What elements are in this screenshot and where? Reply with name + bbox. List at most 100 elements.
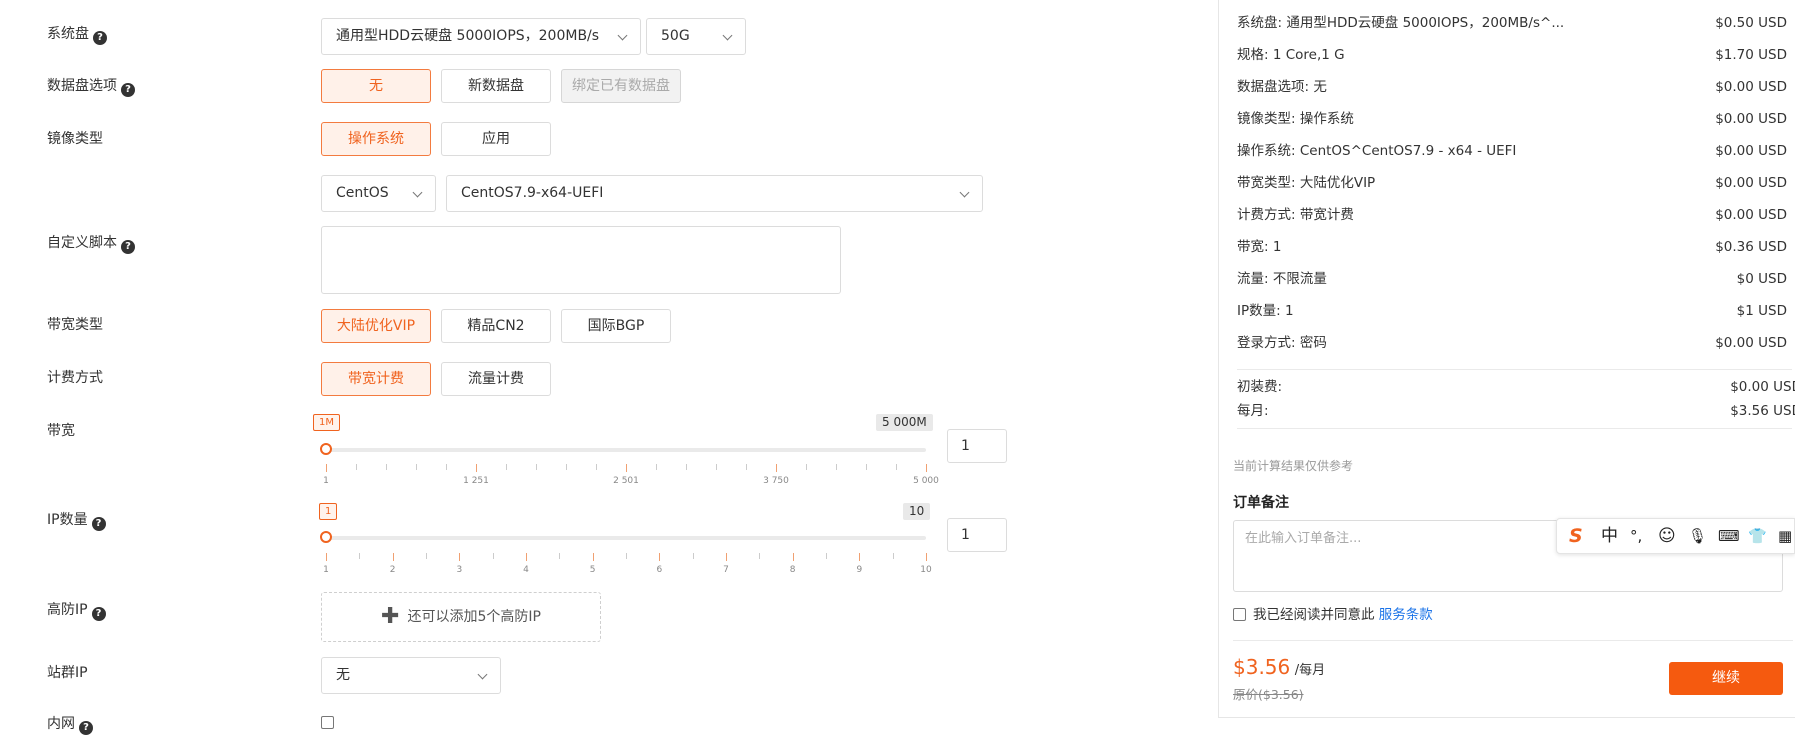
monthly-row: 每月: $3.56 USD bbox=[1237, 403, 1795, 419]
price-block: $3.56 /每月 bbox=[1233, 655, 1325, 679]
ip-count-slider-track[interactable] bbox=[326, 536, 926, 540]
os-family-select[interactable]: CentOS bbox=[321, 175, 436, 212]
help-icon[interactable]: ? bbox=[91, 517, 106, 531]
billing-bandwidth-option[interactable]: 带宽计费 bbox=[321, 362, 431, 396]
ip-count-label: IP数量? bbox=[47, 510, 106, 531]
ip-count-tick bbox=[626, 553, 627, 559]
order-summary-panel: 系统盘: 通用型HDD云硬盘 5000IOPS，200MB/s^... $0.50… bbox=[1218, 0, 1795, 718]
data-disk-bind-existing-option[interactable]: 绑定已有数据盘 bbox=[561, 69, 681, 103]
setup-fee-row: 初装费: $0.00 USD bbox=[1237, 379, 1795, 395]
billing-traffic-option[interactable]: 流量计费 bbox=[441, 362, 551, 396]
help-icon[interactable]: ? bbox=[121, 240, 135, 254]
bandwidth-tick bbox=[506, 464, 507, 470]
summary-item-price: $1 USD bbox=[1736, 303, 1787, 319]
ddos-ip-label: 高防IP? bbox=[47, 600, 106, 621]
summary-item: 数据盘选项: 无 $0.00 USD bbox=[1237, 77, 1787, 97]
ip-count-tick bbox=[559, 553, 561, 559]
emoji-icon[interactable]: ☺ bbox=[1658, 525, 1676, 547]
divider bbox=[1237, 369, 1792, 370]
order-note-title: 订单备注 bbox=[1233, 495, 1289, 511]
ip-count-tick bbox=[692, 553, 694, 559]
bandwidth-tick bbox=[746, 464, 747, 470]
bandwidth-tick bbox=[326, 464, 327, 472]
image-type-app-option[interactable]: 应用 bbox=[441, 122, 551, 156]
ip-count-tick bbox=[459, 553, 461, 561]
terms-link[interactable]: 服务条款 bbox=[1379, 607, 1433, 623]
summary-item: 规格: 1 Core,1 G $1.70 USD bbox=[1237, 45, 1787, 65]
help-icon[interactable]: ? bbox=[79, 721, 93, 735]
continue-button[interactable]: 继续 bbox=[1669, 662, 1783, 695]
data-disk-label: 数据盘选项? bbox=[47, 76, 135, 97]
total-price: $3.56 bbox=[1233, 655, 1291, 679]
ime-toolbar: S 中 °, ☺ 🎙 ⌨ 👕 ▦ bbox=[1556, 518, 1795, 554]
ip-count-tick bbox=[726, 553, 727, 561]
intranet-checkbox[interactable] bbox=[321, 716, 334, 729]
cluster-ip-label: 站群IP bbox=[47, 665, 88, 681]
bandwidth-tick bbox=[566, 464, 567, 470]
microphone-icon[interactable]: 🎙 bbox=[1688, 525, 1707, 547]
original-price: 原价($3.56) bbox=[1233, 687, 1304, 702]
system-disk-size-select[interactable]: 50G bbox=[646, 18, 746, 55]
cluster-ip-select[interactable]: 无 bbox=[321, 657, 501, 694]
agree-text: 我已经阅读并同意此 服务条款 bbox=[1253, 607, 1433, 623]
summary-item-price: $0.00 USD bbox=[1715, 335, 1787, 351]
bandwidth-tick bbox=[926, 464, 927, 472]
ip-count-tick-label: 7 bbox=[723, 565, 729, 575]
bandwidth-tick bbox=[686, 464, 687, 470]
bandwidth-tick bbox=[776, 464, 777, 472]
add-ddos-ip-button[interactable]: ✚ 还可以添加5个高防IP bbox=[321, 592, 601, 642]
bandwidth-type-bgp-option[interactable]: 国际BGP bbox=[561, 309, 671, 343]
bandwidth-slider-handle[interactable] bbox=[320, 443, 332, 455]
summary-item-name: 带宽: 1 bbox=[1237, 239, 1282, 255]
custom-script-textarea[interactable] bbox=[321, 226, 841, 294]
ip-count-tick bbox=[859, 553, 861, 561]
bandwidth-tick bbox=[356, 464, 357, 470]
bandwidth-tick bbox=[656, 464, 657, 470]
summary-item-name: 镜像类型: 操作系统 bbox=[1237, 111, 1354, 127]
custom-script-label: 自定义脚本? bbox=[47, 233, 135, 254]
summary-item: 带宽: 1 $0.36 USD bbox=[1237, 237, 1787, 257]
ip-count-tick bbox=[426, 553, 427, 559]
ip-count-tick-label: 3 bbox=[456, 565, 463, 575]
punctuation-icon[interactable]: °, bbox=[1630, 525, 1642, 547]
ip-count-max-badge: 10 bbox=[903, 503, 931, 520]
bandwidth-tick bbox=[416, 464, 417, 470]
grid-menu-icon[interactable]: ▦ bbox=[1778, 525, 1792, 547]
ip-count-tick bbox=[826, 553, 827, 559]
ip-count-tick-label: 9 bbox=[856, 565, 863, 575]
system-disk-type-select[interactable]: 通用型HDD云硬盘 5000IOPS，200MB/s bbox=[321, 18, 641, 55]
billing-label: 计费方式 bbox=[47, 370, 103, 386]
summary-item-price: $0.50 USD bbox=[1715, 15, 1787, 31]
plus-icon: ✚ bbox=[381, 604, 400, 629]
bandwidth-input[interactable]: 1 bbox=[947, 429, 1007, 463]
bandwidth-type-label: 带宽类型 bbox=[47, 317, 103, 333]
bandwidth-type-vip-option[interactable]: 大陆优化VIP bbox=[321, 309, 431, 343]
chevron-down-icon bbox=[477, 669, 488, 680]
ip-count-tick bbox=[326, 553, 327, 561]
ip-count-tick bbox=[792, 553, 794, 561]
bandwidth-tick bbox=[476, 464, 477, 472]
ip-count-tick bbox=[359, 553, 361, 559]
summary-item-name: 流量: 不限流量 bbox=[1237, 271, 1327, 287]
ip-count-input[interactable]: 1 bbox=[947, 518, 1007, 552]
ip-count-slider-handle[interactable] bbox=[320, 531, 332, 543]
help-icon[interactable]: ? bbox=[121, 83, 135, 97]
ime-mode-toggle[interactable]: 中 bbox=[1601, 525, 1618, 547]
bandwidth-type-cn2-option[interactable]: 精品CN2 bbox=[441, 309, 551, 343]
data-disk-new-option[interactable]: 新数据盘 bbox=[441, 69, 551, 103]
os-version-select[interactable]: CentOS7.9-x64-UEFI bbox=[446, 175, 983, 212]
data-disk-none-option[interactable]: 无 bbox=[321, 69, 431, 103]
ip-count-tick bbox=[892, 553, 894, 559]
ime-logo-icon[interactable]: S bbox=[1569, 525, 1583, 547]
help-icon[interactable]: ? bbox=[93, 31, 107, 45]
bandwidth-tick bbox=[446, 464, 447, 470]
help-icon[interactable]: ? bbox=[91, 607, 106, 621]
agree-checkbox[interactable] bbox=[1233, 608, 1246, 621]
keyboard-icon[interactable]: ⌨ bbox=[1718, 525, 1740, 547]
chevron-down-icon bbox=[617, 30, 628, 41]
bandwidth-slider-track[interactable] bbox=[326, 448, 926, 452]
skin-icon[interactable]: 👕 bbox=[1748, 525, 1767, 547]
ip-count-tick bbox=[492, 553, 494, 559]
bandwidth-min-badge: 1M bbox=[313, 414, 340, 431]
image-type-os-option[interactable]: 操作系统 bbox=[321, 122, 431, 156]
